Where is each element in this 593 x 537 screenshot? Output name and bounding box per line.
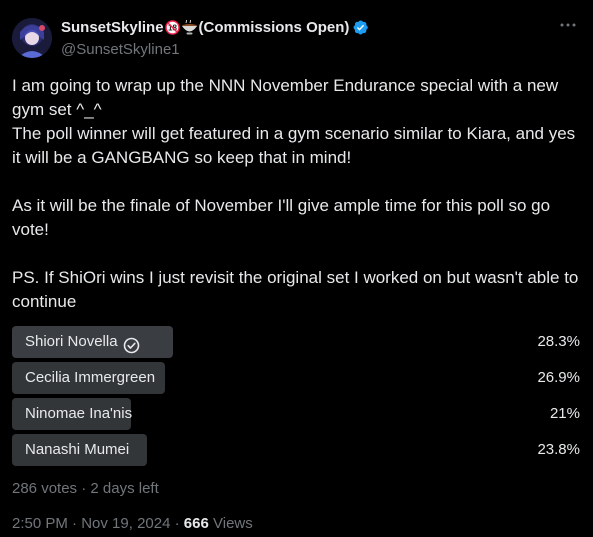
more-horizontal-icon[interactable] [559, 16, 577, 34]
poll-vote-count: 286 votes [12, 480, 78, 497]
check-circle-icon [123, 334, 140, 353]
avatar[interactable] [12, 18, 52, 58]
separator: · [81, 480, 87, 497]
poll-option-label: Ninomae Ina'nis [25, 405, 133, 422]
author-name-suffix[interactable]: (Commissions Open) [199, 19, 350, 36]
poll-time-left: 2 days left [90, 480, 159, 497]
tweet-text-line: PS. If ShiOri wins I just revisit the or… [12, 268, 579, 311]
poll-status: 286 votes · 2 days left [12, 480, 159, 497]
poll-option-percent: 26.9% [537, 369, 580, 386]
tweet-header: SunsetSkyline 18 (Commissions Open) [12, 14, 581, 62]
poll-option-label: Shiori Novella [25, 333, 118, 350]
poll-option-percent: 23.8% [537, 441, 580, 458]
poll-option[interactable]: Shiori Novella 28.3% [12, 326, 580, 358]
poll-option[interactable]: Cecilia Immergreen 26.9% [12, 362, 580, 394]
poll-option[interactable]: Nanashi Mumei 23.8% [12, 434, 580, 466]
bowl-emoji-icon [181, 18, 198, 35]
tweet-date: Nov 19, 2024 [81, 515, 171, 532]
tweet-body: I am going to wrap up the NNN November E… [12, 74, 580, 314]
poll-option-label: Cecilia Immergreen [25, 369, 156, 386]
author-display-name[interactable]: SunsetSkyline [61, 19, 164, 36]
tweet-text-line: I am going to wrap up the NNN November E… [12, 76, 559, 119]
author-handle[interactable]: @SunsetSkyline1 [61, 41, 180, 58]
author-name-row[interactable]: SunsetSkyline 18 (Commissions Open) [61, 18, 369, 36]
views-count: 666 [183, 515, 209, 532]
verified-badge-icon [352, 19, 369, 36]
tweet-text-line: As it will be the finale of November I'l… [12, 196, 551, 239]
poll: Shiori Novella 28.3% Cecilia Immergreen … [12, 326, 580, 470]
tweet-time-link[interactable]: 2:50 PM · Nov 19, 2024 [12, 515, 170, 532]
views-label: Views [213, 515, 253, 532]
tweet-text-line: The poll winner will get featured in a g… [12, 124, 576, 167]
separator: · [72, 515, 78, 532]
poll-option[interactable]: Ninomae Ina'nis 21% [12, 398, 580, 430]
18-plus-emoji-icon: 18 [164, 20, 180, 35]
poll-option-percent: 21% [549, 405, 580, 422]
tweet-time: 2:50 PM [12, 515, 68, 532]
poll-option-label: Nanashi Mumei [25, 441, 130, 458]
separator: · [174, 515, 180, 532]
tweet-timestamp-row: 2:50 PM · Nov 19, 2024 · 666 Views [12, 515, 253, 532]
poll-option-percent: 28.3% [537, 333, 580, 350]
